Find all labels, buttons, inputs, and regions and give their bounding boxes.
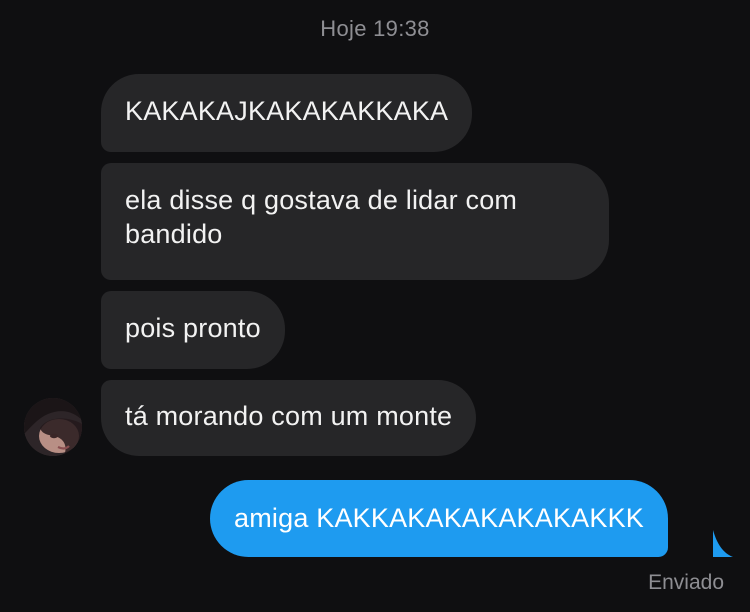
conversation-timestamp: Hoje 19:38 — [320, 16, 430, 41]
received-message-1[interactable]: KAKAKAJKAKAKAKKAKA — [101, 74, 473, 152]
sent-message-1[interactable]: amiga KAKKAKAKAKAKAKAKKK — [210, 480, 668, 557]
received-message-3[interactable]: pois pronto — [101, 291, 285, 369]
received-message-2[interactable]: ela disse q gostava de lidar com bandido — [101, 163, 609, 280]
avatar-image-icon — [24, 398, 82, 456]
delivery-status: Enviado — [648, 571, 724, 594]
contact-avatar[interactable] — [24, 398, 82, 456]
sent-bubble-tail-icon — [713, 530, 733, 557]
received-message-4[interactable]: tá morando com um monte — [101, 380, 477, 456]
